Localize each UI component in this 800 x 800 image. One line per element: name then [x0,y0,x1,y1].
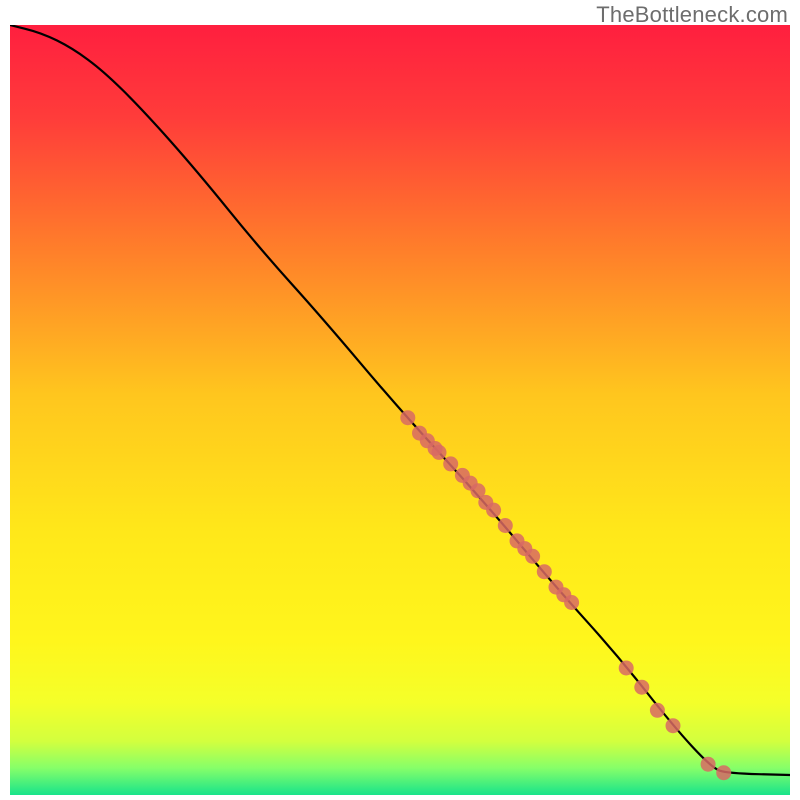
sample-point [443,456,458,471]
sample-point [498,518,513,533]
sample-point [716,765,731,780]
bottleneck-curve-line [10,25,790,775]
sample-point [701,757,716,772]
sample-point [486,503,501,518]
sample-point [650,703,665,718]
sample-point [666,718,681,733]
sample-point [634,680,649,695]
sample-point [400,410,415,425]
sample-point [537,564,552,579]
sample-point [525,549,540,564]
data-overlay [10,25,790,795]
sample-point [619,661,634,676]
sample-points-group [400,410,731,780]
plot-area [10,25,790,795]
chart-canvas: TheBottleneck.com [0,0,800,800]
sample-point [564,595,579,610]
sample-point [432,445,447,460]
